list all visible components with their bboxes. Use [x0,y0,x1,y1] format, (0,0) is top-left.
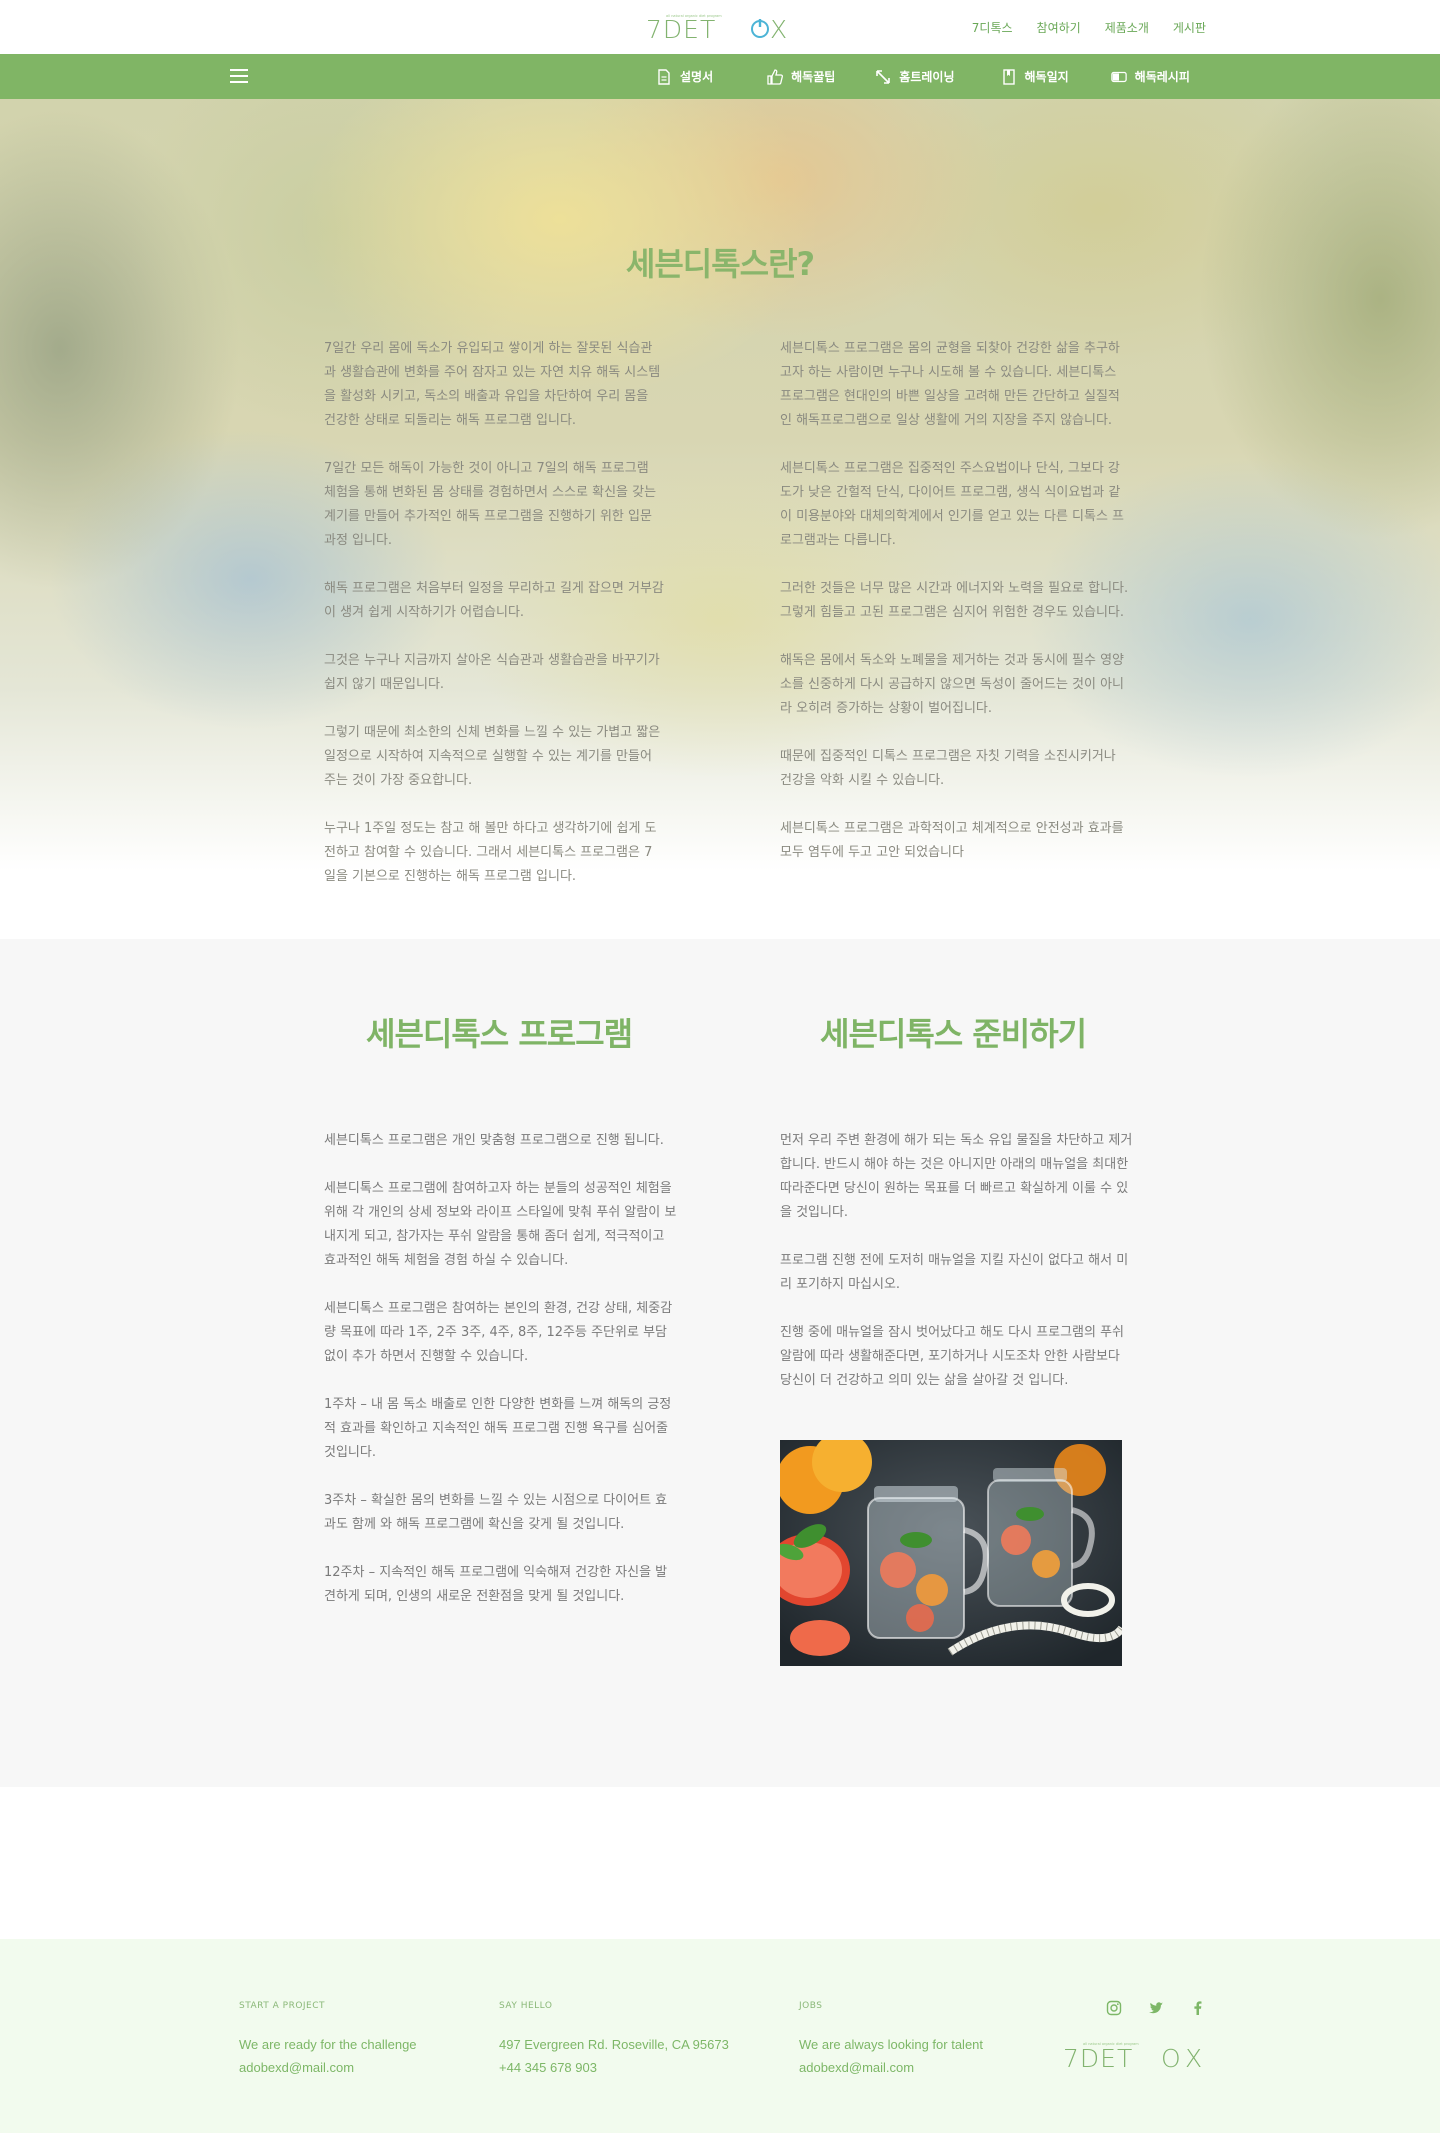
hero-paragraph: 7일간 우리 몸에 독소가 유입되고 쌓이게 하는 잘못된 식습관과 생활습관에… [324,341,661,428]
page: all natural organic diet program 7DET X … [0,0,1440,2133]
topnav-products[interactable]: 제품소개 [1105,19,1149,36]
hero-paragraph: 그러한 것들은 너무 많은 시간과 에너지와 노력을 필요로 합니다. 그렇게 … [780,581,1129,620]
sub-nav-bar: 설명서 해독꿀팁 홈트레이닝 해독일지 해독레시피 [0,54,1440,99]
hero-paragraph: 세븐디톡스 프로그램은 과학적이고 체계적으로 안전성과 효과를 모두 염두에 … [780,821,1124,860]
subnav-label: 홈트레이닝 [899,70,955,84]
bookmark-icon [1002,68,1015,85]
subnav-recipes[interactable]: 해독레시피 [1110,68,1190,85]
subnav-manual[interactable]: 설명서 [656,68,713,85]
footer-logo-mark: all natural organic diet program 7DET O … [1063,2042,1202,2073]
subnav-journal[interactable]: 해독일지 [1001,68,1069,85]
hamburger-menu-icon[interactable] [230,69,248,83]
top-bar: all natural organic diet program 7DET X … [0,0,1440,54]
program-paragraph: 세븐디톡스 프로그램은 참여하는 본인의 환경, 건강 상태, 체중감량 목표에… [324,1301,673,1364]
footer-label: SAY HELLO [499,2001,553,2011]
svg-text:7DET: 7DET [1063,2044,1133,2073]
subnav-label: 해독레시피 [1134,70,1190,84]
hero-paragraph: 때문에 집중적인 디톡스 프로그램은 자칫 기력을 소진시키거나 건강을 악화 … [780,749,1116,788]
program-paragraph: 1주차 – 내 몸 독소 배출로 인한 다양한 변화를 느껴 해독의 긍정적 효… [324,1397,672,1460]
preparation-title: 세븐디톡스 준비하기 [820,1015,1087,1053]
footer-phone[interactable]: +44 345 678 903 [499,2056,729,2079]
subnav-label: 설명서 [680,70,714,84]
topnav-board[interactable]: 게시판 [1173,19,1206,36]
program-paragraph: 3주차 – 확실한 몸의 변화를 느낄 수 있는 시점으로 다이어트 효과도 함… [324,1493,668,1532]
document-icon [658,68,670,85]
svg-text:7DET: 7DET [646,15,716,42]
footer-address: 497 Evergreen Rd. Roseville, CA 95673 [499,2037,729,2052]
facebook-icon[interactable] [1190,2000,1206,2016]
svg-text:X: X [1185,2044,1202,2073]
program-title: 세븐디톡스 프로그램 [366,1015,633,1053]
footer: START A PROJECT We are ready for the cha… [0,1939,1440,2133]
svg-text:X: X [770,15,787,42]
program-section: 세븐디톡스 프로그램 세븐디톡스 준비하기 세븐디톡스 프로그램은 개인 맞춤형… [0,939,1440,1787]
footer-label: START A PROJECT [239,2001,326,2011]
footer-column-hello: SAY HELLO 497 Evergreen Rd. Roseville, C… [499,2001,729,2079]
program-left-column: 세븐디톡스 프로그램은 개인 맞춤형 프로그램으로 진행 됩니다. 세븐디톡스 … [324,1129,679,1633]
preparation-paragraph: 먼저 우리 주변 환경에 해가 되는 독소 유입 물질을 차단하고 제거합니다.… [780,1133,1133,1220]
topnav-7detox[interactable]: 7디톡스 [972,19,1013,36]
footer-logo[interactable]: all natural organic diet program 7DET O … [1063,2039,1209,2073]
hero-left-column: 7일간 우리 몸에 독소가 유입되고 쌓이게 하는 잘못된 식습관과 생활습관에… [324,337,664,913]
footer-label: JOBS [799,2001,823,2011]
subnav-tips[interactable]: 해독꿀팁 [767,68,835,85]
instagram-icon[interactable] [1106,2000,1122,2016]
footer-text: We are always looking for talent [799,2037,984,2052]
footer-column-jobs: JOBS We are always looking for talent ad… [799,2001,983,2079]
hero-paragraph: 세븐디톡스 프로그램은 집중적인 주스요법이나 단식, 그보다 강도가 낮은 간… [780,461,1125,548]
hero-section: 세븐디톡스란? 7일간 우리 몸에 독소가 유입되고 쌓이게 하는 잘못된 식습… [0,99,1440,939]
footer-email-link[interactable]: adobexd@mail.com [239,2056,417,2079]
hero-paragraph: 세븐디톡스 프로그램은 몸의 균형을 되찾아 건강한 삶을 추구하고자 하는 사… [780,341,1120,428]
preparation-paragraph: 프로그램 진행 전에 도저히 매뉴얼을 지킬 자신이 없다고 해서 미리 포기하… [780,1253,1129,1292]
hero-paragraph: 그렇기 때문에 최소한의 신체 변화를 느낄 수 있는 가볍고 짧은 일정으로 … [324,725,661,788]
subnav-label: 해독꿀팁 [791,70,836,84]
logo[interactable]: all natural organic diet program 7DET X [646,12,792,44]
footer-text: We are ready for the challenge [239,2037,417,2052]
top-nav: 7디톡스 참여하기 제품소개 게시판 [972,19,1206,36]
toggle-icon [1110,71,1127,82]
subnav-label: 해독일지 [1024,70,1069,84]
hero-paragraph: 7일간 모든 해독이 가능한 것이 아니고 7일의 해독 프로그램 체험을 통해… [324,461,657,548]
program-paragraph: 12주차 – 지속적인 해독 프로그램에 익숙해져 건강한 자신을 발견하게 되… [324,1565,668,1604]
sub-nav: 설명서 해독꿀팁 홈트레이닝 해독일지 해독레시피 [656,54,1190,99]
preparation-paragraph: 진행 중에 매뉴얼을 잠시 벗어났다고 해도 다시 프로그램의 푸쉬 알람에 따… [780,1325,1125,1388]
hero-paragraph: 누구나 1주일 정도는 참고 해 볼만 하다고 생각하기에 쉽게 도전하고 참여… [324,821,657,884]
topnav-join[interactable]: 참여하기 [1037,19,1081,36]
footer-email-link[interactable]: adobexd@mail.com [799,2056,983,2079]
preparation-right-column: 먼저 우리 주변 환경에 해가 되는 독소 유입 물질을 차단하고 제거합니다.… [780,1129,1135,1417]
program-paragraph: 세븐디톡스 프로그램은 개인 맞춤형 프로그램으로 진행 됩니다. [324,1133,664,1148]
hero-right-column: 세븐디톡스 프로그램은 몸의 균형을 되찾아 건강한 삶을 추구하고자 하는 사… [780,337,1130,889]
svg-text:O: O [1161,2044,1181,2073]
hero-title: 세븐디톡스란? [625,245,815,283]
subnav-home-training[interactable]: 홈트레이닝 [875,68,955,85]
hero-paragraph: 해독은 몸에서 독소와 노폐물을 제거하는 것과 동시에 필수 영양소를 신중하… [780,653,1125,716]
expand-icon [876,69,891,84]
program-paragraph: 세븐디톡스 프로그램에 참여하고자 하는 분들의 성공적인 체험을 위해 각 개… [324,1181,677,1268]
hero-paragraph: 해독 프로그램은 처음부터 일정을 무리하고 길게 잡으면 거부감이 생겨 쉽게… [324,581,664,620]
detox-water-photo [780,1440,1122,1666]
social-links [1106,2000,1206,2016]
footer-column-project: START A PROJECT We are ready for the cha… [239,2001,417,2079]
thumbs-up-icon [767,68,784,85]
hero-paragraph: 그것은 누구나 지금까지 살아온 식습관과 생활습관을 바꾸기가 쉽지 않기 때… [324,653,660,692]
logo-mark: all natural organic diet program 7DET X [646,14,787,44]
detox-water-illustration [780,1440,1122,1666]
twitter-icon[interactable] [1148,2000,1164,2016]
